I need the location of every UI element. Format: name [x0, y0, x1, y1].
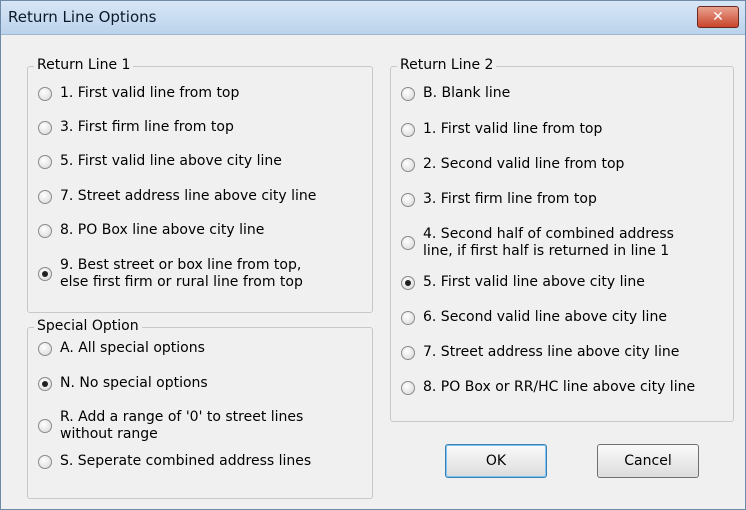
radio-button[interactable] [38, 86, 52, 101]
return-line-2-option-3[interactable]: 2. Second valid line from top [401, 156, 624, 173]
radio-button[interactable] [38, 189, 52, 204]
option-label-line: S. Seperate combined address lines [60, 453, 312, 469]
option-label-line: 5. First valid line above city line [60, 153, 282, 169]
return-line-2-option-8[interactable]: 7. Street address line above city line [401, 344, 679, 361]
radio-button[interactable] [401, 310, 415, 325]
ok-button[interactable]: OK [445, 444, 547, 478]
radio-button[interactable] [401, 380, 415, 395]
return-line-2-option-4[interactable]: 3. First firm line from top [401, 191, 597, 208]
dialog-window: Return Line Options ✕ Return Line 1 1. F… [0, 0, 746, 510]
window-title: Return Line Options [8, 8, 157, 26]
return-line-1-option-2[interactable]: 3. First firm line from top [38, 119, 234, 136]
radio-button[interactable] [38, 376, 52, 391]
option-label-line: R. Add a range of '0' to street lines [60, 409, 304, 425]
special-option-option-1[interactable]: A. All special options [38, 340, 205, 357]
radio-button[interactable] [401, 157, 415, 172]
option-label-line: line, if first half is returned in line … [423, 243, 670, 259]
close-button[interactable]: ✕ [697, 6, 739, 28]
return-line-1-option-4[interactable]: 7. Street address line above city line [38, 188, 316, 205]
option-label-line: 3. First firm line from top [60, 119, 234, 135]
option-label: 2. Second valid line from top [423, 156, 624, 173]
option-label: S. Seperate combined address lines [60, 453, 311, 470]
option-label: A. All special options [60, 340, 205, 357]
option-label: 6. Second valid line above city line [423, 309, 667, 326]
title-bar: Return Line Options ✕ [1, 1, 745, 35]
return-line-2-group: Return Line 2 B. Blank line 1. First vali… [390, 57, 734, 422]
cancel-button[interactable]: Cancel [597, 444, 699, 478]
option-label-line: else first firm or rural line from top [60, 274, 303, 290]
special-option-option-2[interactable]: N. No special options [38, 375, 208, 392]
radio-button[interactable] [38, 454, 52, 469]
option-label-line: 3. First firm line from top [423, 191, 597, 207]
return-line-1-option-1[interactable]: 1. First valid line from top [38, 85, 239, 102]
option-label: B. Blank line [423, 85, 510, 102]
option-label: N. No special options [60, 375, 208, 392]
option-label: 7. Street address line above city line [60, 188, 316, 205]
option-label: 9. Best street or box line from top, else… [60, 257, 303, 291]
radio-button[interactable] [401, 192, 415, 207]
option-label: 7. Street address line above city line [423, 344, 679, 361]
option-label: 5. First valid line above city line [60, 153, 282, 170]
radio-button[interactable] [401, 236, 415, 250]
return-line-1-group: Return Line 1 1. First valid line from t… [27, 57, 373, 313]
option-label: 3. First firm line from top [60, 119, 234, 136]
radio-button[interactable] [401, 275, 415, 290]
option-label: 3. First firm line from top [423, 191, 597, 208]
option-label-line: without range [60, 426, 158, 442]
special-option-group: Special Option A. All special options N. … [27, 318, 373, 499]
option-label-line: 1. First valid line from top [60, 85, 240, 101]
option-label: 8. PO Box line above city line [60, 222, 264, 239]
special-option-option-3[interactable]: R. Add a range of '0' to street lines wit… [38, 409, 303, 443]
option-label-line: A. All special options [60, 340, 205, 356]
option-label: 8. PO Box or RR/HC line above city line [423, 379, 695, 396]
return-line-1-option-3[interactable]: 5. First valid line above city line [38, 153, 282, 170]
return-line-1-option-5[interactable]: 8. PO Box line above city line [38, 222, 264, 239]
radio-button[interactable] [401, 122, 415, 137]
option-label-line: 1. First valid line from top [423, 121, 603, 137]
option-label-line: 5. First valid line above city line [423, 274, 645, 290]
option-label: R. Add a range of '0' to street lines wit… [60, 409, 303, 443]
return-line-2-option-1[interactable]: B. Blank line [401, 85, 510, 102]
option-label: 1. First valid line from top [60, 85, 239, 102]
return-line-2-option-6[interactable]: 5. First valid line above city line [401, 274, 645, 291]
radio-button[interactable] [38, 120, 52, 135]
return-line-1-option-6[interactable]: 9. Best street or box line from top, else… [38, 257, 303, 291]
option-label-line: 8. PO Box or RR/HC line above city line [423, 379, 696, 395]
return-line-2-legend: Return Line 2 [397, 57, 497, 73]
special-option-option-4[interactable]: S. Seperate combined address lines [38, 453, 311, 470]
radio-button[interactable] [38, 154, 52, 169]
option-label: 4. Second half of combined address line, … [423, 226, 674, 260]
return-line-2-option-7[interactable]: 6. Second valid line above city line [401, 309, 667, 326]
option-label-line: 9. Best street or box line from top, [60, 257, 302, 273]
radio-button[interactable] [38, 341, 52, 356]
option-label-line: 8. PO Box line above city line [60, 222, 265, 238]
option-label-line: 7. Street address line above city line [60, 188, 317, 204]
return-line-2-option-9[interactable]: 8. PO Box or RR/HC line above city line [401, 379, 695, 396]
option-label-line: N. No special options [60, 375, 208, 391]
option-label: 5. First valid line above city line [423, 274, 645, 291]
option-label-line: 2. Second valid line from top [423, 156, 625, 172]
return-line-2-option-5[interactable]: 4. Second half of combined address line, … [401, 226, 674, 260]
return-line-2-option-2[interactable]: 1. First valid line from top [401, 121, 602, 138]
special-option-legend: Special Option [34, 318, 142, 334]
option-label-line: 4. Second half of combined address [423, 226, 674, 242]
radio-button[interactable] [38, 419, 52, 433]
radio-button[interactable] [38, 223, 52, 238]
radio-button[interactable] [401, 86, 415, 101]
option-label-line: B. Blank line [423, 85, 511, 101]
option-label-line: 7. Street address line above city line [423, 344, 680, 360]
option-label-line: 6. Second valid line above city line [423, 309, 667, 325]
radio-button[interactable] [38, 267, 52, 281]
return-line-1-legend: Return Line 1 [34, 57, 134, 73]
radio-button[interactable] [401, 345, 415, 360]
option-label: 1. First valid line from top [423, 121, 602, 138]
